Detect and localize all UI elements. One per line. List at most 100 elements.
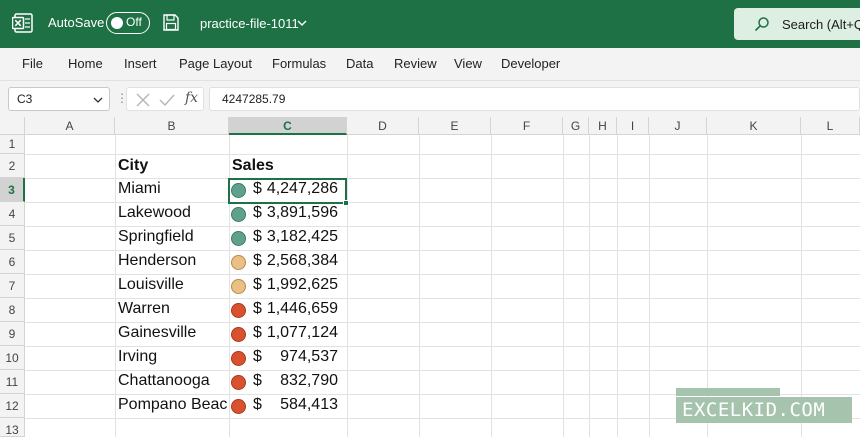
row-header-11[interactable]: 11 [0,370,25,394]
row-header-6[interactable]: 6 [0,250,25,274]
excel-logo-icon [12,13,33,33]
currency-symbol: $ [253,372,262,389]
enter-check-icon[interactable] [159,92,175,108]
gridline [563,135,564,437]
cell-city[interactable]: Miami [118,180,161,198]
cell-city[interactable]: Warren [118,300,170,318]
column-header-l[interactable]: L [801,117,860,135]
sales-amount: 2,568,384 [266,252,338,269]
row-header-9[interactable]: 9 [0,322,25,346]
fill-handle[interactable] [343,200,349,206]
cell-sales[interactable]: $ 3,182,425 [229,226,346,250]
spreadsheet-grid: A B C D E F G H I J K L 1 2 3 4 5 6 7 8 … [0,117,860,437]
currency-symbol: $ [253,396,262,413]
search-box[interactable]: Search (Alt+Q) [734,8,860,40]
traffic-light-icon [231,303,246,318]
gridline [801,135,802,437]
save-icon[interactable] [163,14,179,31]
column-header-e[interactable]: E [419,117,491,135]
tab-developer[interactable]: Developer [501,56,560,71]
row-header-1[interactable]: 1 [0,135,25,154]
row-header-8[interactable]: 8 [0,298,25,322]
row-header-10[interactable]: 10 [0,346,25,370]
active-cell-border [228,178,347,204]
traffic-light-icon [231,207,246,222]
row-header-2[interactable]: 2 [0,154,25,178]
cell-sales[interactable]: $ 1,446,659 [229,298,346,322]
tab-file[interactable]: File [22,56,43,71]
cell-city[interactable]: Lakewood [118,204,191,222]
tab-page-layout[interactable]: Page Layout [179,56,252,71]
cell-sales[interactable]: $ 832,790 [229,370,346,394]
column-header-j[interactable]: J [649,117,707,135]
cell-city[interactable]: Irving [118,348,157,366]
cell-sales[interactable]: $ 3,891,596 [229,202,346,226]
currency-symbol: $ [253,348,262,365]
insert-function-icon[interactable]: fx [185,90,198,106]
cell-sales[interactable]: $ 974,537 [229,346,346,370]
cell-city[interactable]: Henderson [118,252,196,270]
row-header-12[interactable]: 12 [0,394,25,418]
column-header-b[interactable]: B [115,117,229,135]
name-box[interactable]: C3 [8,87,110,111]
formula-bar: C3 ⋮ fx 4247285.79 [0,81,860,117]
row-header-13[interactable]: 13 [0,418,25,437]
name-box-value: C3 [17,92,33,106]
tab-home[interactable]: Home [68,56,103,71]
gridline [347,135,348,437]
row-header-3[interactable]: 3 [0,178,25,202]
gridline [491,135,492,437]
tab-data[interactable]: Data [346,56,373,71]
cell-c2-sales-header[interactable]: Sales [232,157,274,175]
column-header-k[interactable]: K [707,117,801,135]
toggle-knob [111,16,123,29]
tab-review[interactable]: Review [394,56,437,71]
column-header-a[interactable]: A [25,117,115,135]
sales-amount: 974,537 [280,348,338,365]
row-header-4[interactable]: 4 [0,202,25,226]
sales-amount: 584,413 [280,396,338,413]
column-header-h[interactable]: H [589,117,617,135]
search-icon [754,17,769,32]
cell-b2-city-header[interactable]: City [118,157,148,175]
tab-insert[interactable]: Insert [124,56,157,71]
cell-sales[interactable]: $ 1,992,625 [229,274,346,298]
cancel-icon[interactable] [135,92,151,108]
tab-formulas[interactable]: Formulas [272,56,326,71]
column-header-i[interactable]: I [617,117,649,135]
column-header-f[interactable]: F [491,117,563,135]
formula-buttons: fx [126,87,204,111]
cell-city[interactable]: Chattanooga [118,372,210,390]
cell-sales[interactable]: $ 1,077,124 [229,322,346,346]
column-header-c[interactable]: C [229,117,347,135]
watermark-logo: EXCELKID.COM [676,397,852,423]
watermark-bar [676,388,780,396]
cell-city[interactable]: Springfield [118,228,194,246]
sales-amount: 3,891,596 [266,204,338,221]
chevron-down-icon[interactable] [297,18,307,28]
cell-city[interactable]: Louisville [118,276,184,294]
select-all-corner[interactable] [0,117,25,135]
formula-input[interactable]: 4247285.79 [209,87,860,111]
chevron-down-icon[interactable] [93,96,103,104]
traffic-light-icon [231,231,246,246]
column-header-g[interactable]: G [563,117,589,135]
gridline [589,135,590,437]
cell-city[interactable]: Gainesville [118,324,196,342]
row-header-5[interactable]: 5 [0,226,25,250]
row-header-7[interactable]: 7 [0,274,25,298]
cell-city[interactable]: Pompano Beach [118,396,228,414]
tab-view[interactable]: View [454,56,482,71]
currency-symbol: $ [253,300,262,317]
watermark-text: EXCELKID.COM [682,399,826,421]
traffic-light-icon [231,279,246,294]
column-header-d[interactable]: D [347,117,419,135]
sales-amount: 1,446,659 [266,300,338,317]
traffic-light-icon [231,255,246,270]
cell-sales[interactable]: $ 584,413 [229,394,346,418]
formula-value: 4247285.79 [222,92,286,106]
cell-sales[interactable]: $ 2,568,384 [229,250,346,274]
autosave-toggle[interactable]: Off [106,12,150,34]
file-name[interactable]: practice-file-1011 [200,16,299,31]
currency-symbol: $ [253,252,262,269]
